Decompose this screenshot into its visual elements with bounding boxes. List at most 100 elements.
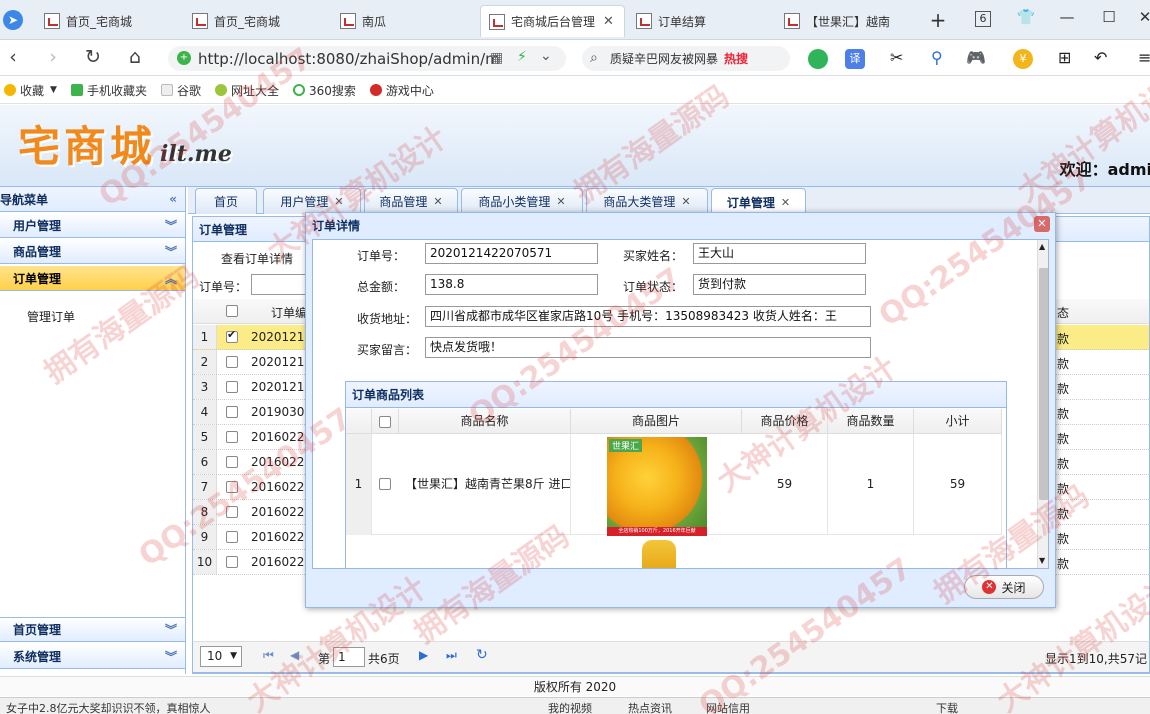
translate-icon[interactable]: 译 — [845, 49, 865, 69]
menu-icon[interactable]: ≡ — [1138, 48, 1150, 67]
collapse-left-icon[interactable]: « — [169, 192, 177, 206]
home-icon[interactable]: ⌂ — [122, 46, 148, 68]
status-my-video[interactable]: 我的视频 — [548, 700, 592, 714]
new-tab-plus-icon[interactable]: + — [926, 8, 950, 32]
page-favicon-icon — [489, 13, 505, 30]
game-controller-icon[interactable]: 🎮 — [966, 48, 986, 67]
goods-row-checkbox[interactable] — [379, 478, 391, 490]
prev-page-icon[interactable]: ◀ — [290, 648, 299, 662]
scrollbar-thumb[interactable] — [1039, 268, 1048, 500]
menu-group-orders[interactable]: 订单管理 ︽ — [0, 266, 185, 291]
view-order-detail-button[interactable]: 查看订单详情 — [221, 250, 293, 267]
page-number-input[interactable]: 1 — [333, 647, 365, 667]
tab-label: 宅商城后台管理 — [511, 15, 596, 29]
status-download[interactable]: 下载 — [936, 700, 958, 714]
extension-green-icon[interactable] — [808, 49, 828, 69]
browser-tab[interactable]: 首页_宅商城 — [184, 5, 329, 37]
close-icon[interactable]: ✕ — [556, 195, 565, 208]
search-input[interactable]: ⌕ 质疑辛巴网友被网暴 热搜 — [582, 46, 790, 71]
bookmark-google[interactable]: 谷歌 — [160, 82, 201, 99]
status-site-credit[interactable]: 网站信用 — [706, 700, 750, 714]
bookmark-360[interactable]: 360搜索 — [292, 82, 356, 99]
row-checkbox[interactable] — [226, 406, 238, 418]
qr-icon[interactable]: ▦ — [490, 50, 503, 66]
row-checkbox[interactable] — [226, 556, 238, 568]
close-tab-icon[interactable]: ✕ — [603, 14, 614, 29]
total-amount-field[interactable]: 138.8 — [425, 274, 598, 295]
menu-group-system[interactable]: 系统管理 ︾ — [0, 644, 185, 669]
news-ticker[interactable]: 女子中2.8亿元大奖却识识不领，真相惊人 — [6, 700, 211, 714]
browser-tab[interactable]: 【世果汇】越南 — [776, 5, 916, 37]
goods-image-brand-tag: 世果汇 — [609, 439, 643, 452]
close-icon[interactable]: ✕ — [681, 195, 690, 208]
scissors-icon[interactable]: ✂ — [890, 48, 903, 67]
scroll-down-icon[interactable]: ▼ — [1039, 556, 1045, 565]
close-button[interactable]: ✕ 关闭 — [964, 575, 1044, 599]
tab-users[interactable]: 用户管理 ✕ — [263, 188, 361, 214]
order-no-field[interactable]: 2020121422070571 — [425, 243, 598, 264]
page-icon — [160, 84, 173, 96]
browser-logo-icon[interactable]: ➤ — [3, 10, 23, 30]
tab-home[interactable]: 首页 — [195, 188, 257, 214]
bookmark-sites[interactable]: 网址大全 — [214, 82, 279, 99]
browser-tab-active[interactable]: 宅商城后台管理 ✕ — [480, 5, 625, 37]
tab-goods-category[interactable]: 商品大类管理 ✕ — [586, 188, 708, 214]
close-icon[interactable]: ✕ — [781, 196, 790, 209]
magnifier-icon[interactable]: ⚲ — [931, 48, 943, 67]
chevron-down-icon[interactable]: ⌄ — [540, 48, 552, 64]
row-checkbox[interactable] — [226, 531, 238, 543]
buyer-name-field[interactable]: 王大山 — [693, 243, 866, 264]
tab-goods-subcategory[interactable]: 商品小类管理 ✕ — [461, 188, 583, 214]
menu-group-goods[interactable]: 商品管理 ︾ — [0, 239, 185, 264]
browser-tab[interactable]: 订单结算 — [628, 5, 773, 37]
row-checkbox[interactable] — [226, 456, 238, 468]
url-input[interactable]: + http://localhost:8080/zhaiShop/admin/m — [168, 46, 566, 71]
lightning-icon[interactable]: ⚡ — [517, 49, 527, 65]
undo-icon[interactable]: ↶ — [1094, 48, 1107, 67]
shipping-address-field[interactable]: 四川省成都市成华区崔家店路10号 手机号：13508983423 收货人姓名：王 — [425, 306, 871, 327]
goods-select-all-checkbox[interactable] — [379, 415, 391, 428]
dialog-scrollbar[interactable]: ▲ ▼ — [1037, 240, 1048, 568]
menu-item-manage-orders[interactable]: 管理订单 — [27, 308, 75, 325]
skin-shirt-icon[interactable]: 👕 — [1014, 8, 1038, 26]
minimize-icon[interactable]: — — [1055, 8, 1079, 26]
select-all-checkbox[interactable] — [226, 305, 238, 317]
menu-group-home[interactable]: 首页管理 ︾ — [0, 617, 185, 642]
order-status-field[interactable]: 货到付款 — [693, 274, 866, 295]
status-hot-news[interactable]: 热点资讯 — [628, 700, 672, 714]
coin-icon[interactable]: ¥ — [1013, 49, 1033, 69]
maximize-icon[interactable]: ☐ — [1097, 8, 1121, 26]
row-checkbox[interactable] — [226, 381, 238, 393]
close-window-icon[interactable]: ✕ — [1133, 8, 1150, 26]
close-icon[interactable]: ✕ — [334, 195, 343, 208]
refresh-icon[interactable]: ↻ — [476, 647, 488, 663]
page-size-select[interactable]: 10 ▼ — [200, 646, 242, 667]
row-checkbox[interactable] — [226, 431, 238, 443]
bookmark-favorites[interactable]: 收藏 ▼ — [4, 82, 57, 99]
scroll-up-icon[interactable]: ▲ — [1039, 242, 1045, 251]
forward-icon[interactable]: › — [40, 46, 66, 68]
row-checkbox[interactable] — [226, 481, 238, 493]
tab-orders[interactable]: 订单管理 ✕ — [711, 188, 806, 215]
tab-count-badge[interactable]: 6 — [975, 11, 991, 27]
tab-goods[interactable]: 商品管理 ✕ — [364, 188, 458, 214]
bookmark-mobile[interactable]: 手机收藏夹 — [70, 82, 147, 99]
reload-icon[interactable]: ↻ — [80, 46, 106, 68]
row-checkbox[interactable] — [226, 356, 238, 368]
apps-grid-icon[interactable]: ⊞ — [1058, 48, 1071, 67]
dialog-close-icon[interactable]: ✕ — [1034, 216, 1050, 232]
browser-tab[interactable]: 南瓜 — [332, 5, 477, 37]
last-page-icon[interactable]: ⏭ — [446, 648, 457, 663]
order-no-search-input[interactable] — [251, 274, 311, 295]
row-number: 4 — [193, 400, 217, 424]
bookmark-games[interactable]: 游戏中心 — [369, 82, 434, 99]
row-checkbox[interactable] — [226, 506, 238, 518]
browser-tab[interactable]: 首页_宅商城 — [36, 5, 181, 37]
close-icon[interactable]: ✕ — [433, 195, 442, 208]
row-checkbox[interactable] — [226, 328, 238, 343]
menu-group-users[interactable]: 用户管理 ︾ — [0, 213, 185, 238]
first-page-icon[interactable]: ⏮ — [263, 648, 274, 663]
buyer-message-field[interactable]: 快点发货哦！ — [425, 337, 871, 358]
next-page-icon[interactable]: ▶ — [419, 648, 428, 662]
back-icon[interactable]: ‹ — [0, 46, 26, 68]
